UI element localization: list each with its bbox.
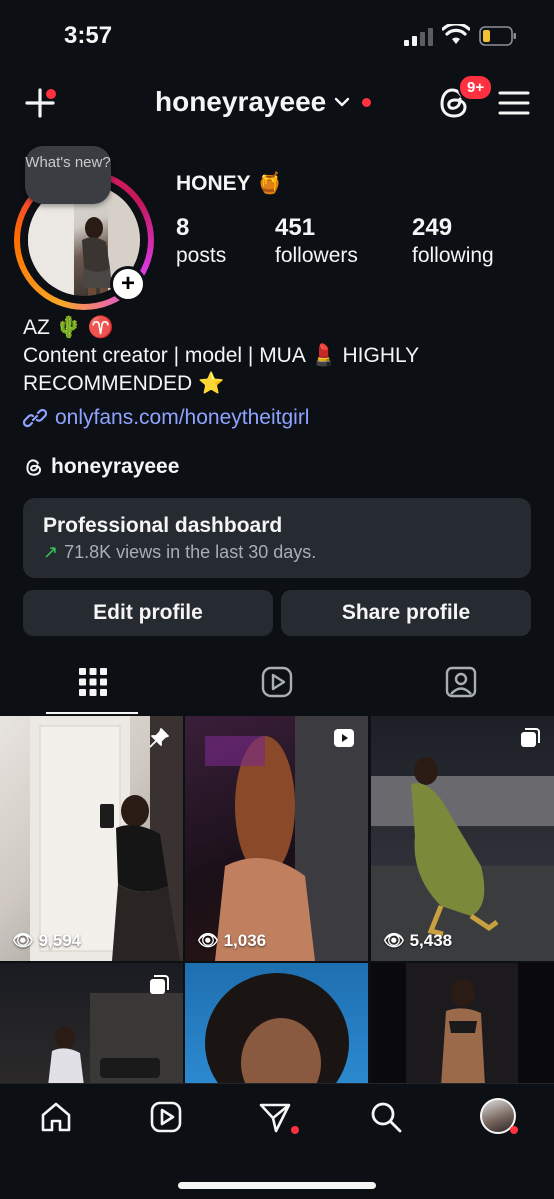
eye-icon: 👁: [197, 931, 219, 950]
chevron-down-icon: [335, 97, 350, 107]
share-profile-button[interactable]: Share profile: [281, 590, 531, 636]
posts-label: posts: [176, 244, 227, 267]
wifi-icon: [442, 24, 470, 44]
professional-dashboard[interactable]: Professional dashboard ↗ 71.8K views in …: [23, 498, 531, 578]
followers-count: 451: [275, 214, 316, 241]
unread-dot: [362, 97, 372, 107]
bio-line: RECOMMENDED ⭐: [23, 372, 225, 395]
hamburger-menu-icon[interactable]: [498, 90, 530, 116]
messages-unread-dot: [291, 1126, 299, 1134]
profile-bio: AZ 🌵 ♈ Content creator | model | MUA 💄 H…: [23, 314, 543, 398]
add-story-button[interactable]: +: [110, 266, 146, 302]
post-thumbnail: [30, 716, 183, 961]
home-icon[interactable]: [39, 1100, 73, 1134]
display-name: HONEY 🍯: [176, 172, 283, 196]
view-count-text: 5,438: [409, 931, 453, 950]
profile-unread-dot: [510, 1126, 518, 1134]
posts-stat[interactable]: 8 posts: [176, 214, 226, 268]
threads-handle: honeyrayeee: [51, 455, 180, 478]
threads-small-icon: [26, 459, 42, 476]
link-icon: [23, 408, 47, 428]
home-indicator[interactable]: [178, 1182, 376, 1189]
post-thumbnail: [371, 757, 554, 961]
header-username: honeyrayeee: [155, 86, 327, 117]
cellular-signal-icon: [404, 28, 433, 46]
battery-icon: [479, 26, 516, 46]
active-tab-indicator: [46, 712, 138, 714]
reels-nav-icon[interactable]: [149, 1100, 183, 1134]
bio-line: Content creator | model | MUA 💄 HIGHLY: [23, 344, 420, 367]
grid-post[interactable]: [185, 963, 368, 1086]
bottom-nav: [0, 1083, 554, 1199]
post-grid: 👁 9,594 👁 1,036 👁 5,438: [0, 716, 554, 1086]
reel-icon: [334, 729, 354, 747]
post-thumbnail: [205, 973, 349, 1086]
threads-profile-link[interactable]: honeyrayeee: [23, 455, 179, 479]
eye-icon: 👁: [12, 931, 34, 950]
grid-tab-icon[interactable]: [76, 665, 110, 699]
post-thumbnail: [205, 716, 368, 961]
dashboard-title: Professional dashboard: [43, 514, 283, 537]
trend-up-icon: ↗: [43, 542, 59, 562]
grid-post[interactable]: 👁 1,036: [185, 716, 368, 961]
post-thumbnail: [406, 963, 518, 1086]
view-count-text: 9,594: [38, 931, 82, 950]
eye-icon: 👁: [383, 931, 405, 950]
direct-messages-icon[interactable]: [258, 1100, 292, 1134]
carousel-icon: [521, 728, 540, 747]
bio-line: AZ 🌵 ♈: [23, 316, 114, 339]
dashboard-subtitle: ↗ 71.8K views in the last 30 days.: [43, 542, 316, 563]
pin-icon: [149, 728, 169, 748]
view-count: 👁 9,594: [12, 931, 81, 951]
display-name-text: HONEY: [176, 172, 251, 195]
create-plus-icon[interactable]: [24, 84, 60, 120]
view-count-text: 1,036: [223, 931, 267, 950]
tagged-tab-icon[interactable]: [444, 665, 478, 699]
grid-post[interactable]: [371, 963, 554, 1086]
grid-post[interactable]: [0, 963, 183, 1086]
posts-count: 8: [176, 214, 190, 241]
bio-link-text: onlyfans.com/honeytheitgirl: [55, 406, 310, 429]
account-switcher[interactable]: honeyrayeee: [155, 86, 372, 118]
reels-tab-icon[interactable]: [260, 665, 294, 699]
followers-label: followers: [275, 244, 358, 267]
view-count: 👁 5,438: [383, 931, 452, 951]
following-label: following: [412, 244, 494, 267]
view-count: 👁 1,036: [197, 931, 266, 951]
plus-icon: +: [120, 270, 135, 297]
whats-new-bubble[interactable]: What's new?: [25, 146, 111, 204]
followers-stat[interactable]: 451 followers: [275, 214, 358, 268]
bio-link[interactable]: onlyfans.com/honeytheitgirl: [23, 406, 309, 430]
grid-post[interactable]: 👁 9,594: [0, 716, 183, 961]
carousel-icon: [150, 975, 169, 994]
status-bar: 3:57: [0, 0, 554, 70]
profile-tabs: [0, 655, 554, 715]
dashboard-views-text: 71.8K views in the last 30 days.: [64, 542, 317, 562]
edit-profile-button[interactable]: Edit profile: [23, 590, 273, 636]
search-icon[interactable]: [369, 1100, 403, 1134]
following-stat[interactable]: 249 following: [412, 214, 494, 268]
honey-pot-icon: 🍯: [256, 172, 283, 195]
profile-header: honeyrayeee 9+: [0, 74, 554, 134]
following-count: 249: [412, 214, 453, 241]
status-time: 3:57: [64, 22, 113, 49]
notification-badge: 9+: [458, 74, 494, 101]
grid-post[interactable]: 👁 5,438: [371, 716, 554, 961]
